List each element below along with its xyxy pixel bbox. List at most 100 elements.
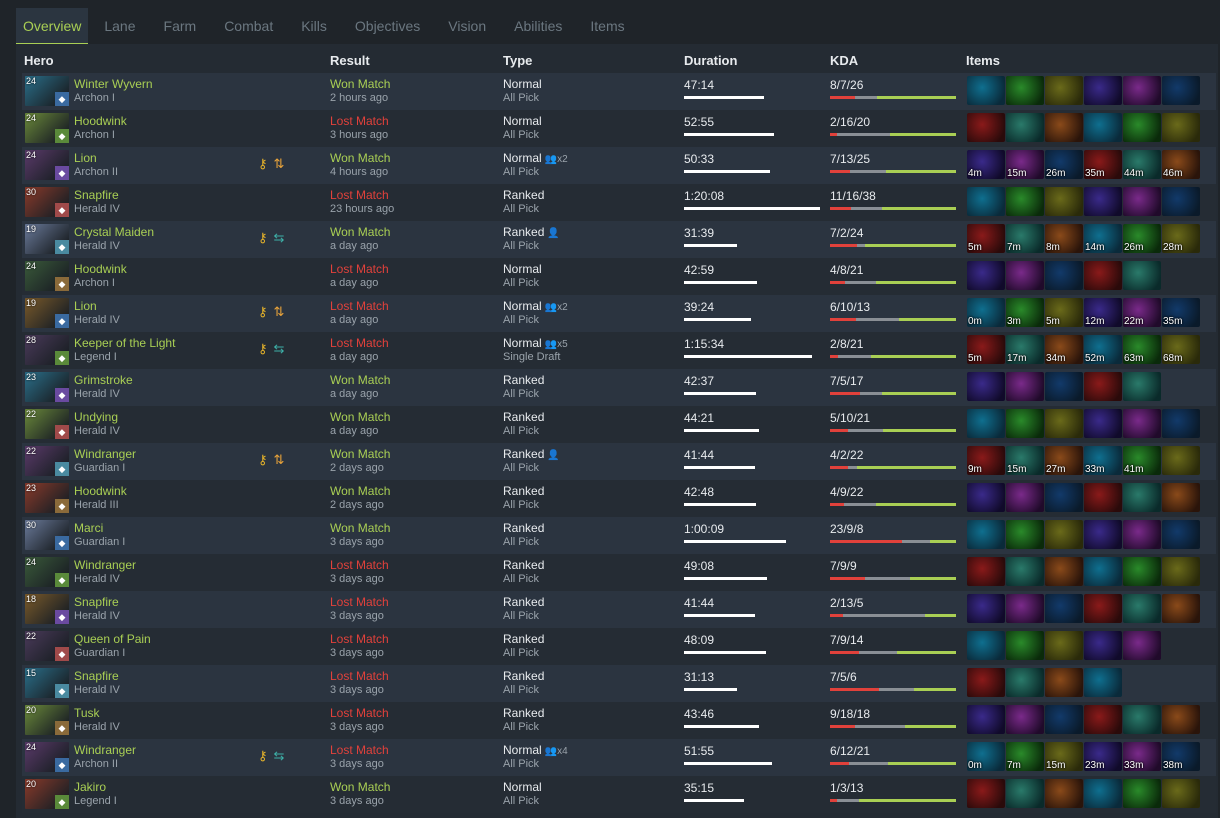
match-result[interactable]: Lost Match <box>330 669 389 683</box>
item-icon[interactable] <box>1123 261 1161 290</box>
hero-portrait[interactable]: 19 ◆ <box>25 298 69 328</box>
hero-portrait[interactable]: 22 ◆ <box>25 446 69 476</box>
item-icon[interactable] <box>1162 705 1200 734</box>
table-row[interactable]: 24 ◆ Hoodwink Archon I Lost Match a day ago… <box>22 258 1216 295</box>
item-icon[interactable] <box>967 113 1005 142</box>
hero-portrait[interactable]: 24 ◆ <box>25 113 69 143</box>
hero-name[interactable]: Marci <box>74 521 103 535</box>
item-icon[interactable]: 26m <box>1123 224 1161 253</box>
table-row[interactable]: 28 ◆ Keeper of the Light Legend I ⚷ ⇆ Lost M… <box>22 332 1216 369</box>
item-icon[interactable] <box>1123 705 1161 734</box>
item-icon[interactable] <box>1045 779 1083 808</box>
item-icon[interactable] <box>1045 594 1083 623</box>
item-icon[interactable] <box>1084 705 1122 734</box>
item-icon[interactable]: 8m <box>1045 224 1083 253</box>
tab-overview[interactable]: Overview <box>16 8 89 44</box>
item-icon[interactable]: 15m <box>1006 446 1044 475</box>
item-icon[interactable] <box>1123 76 1161 105</box>
item-icon[interactable] <box>1162 409 1200 438</box>
hero-name[interactable]: Winter Wyvern <box>74 77 153 91</box>
item-icon[interactable] <box>1045 705 1083 734</box>
match-result[interactable]: Won Match <box>330 77 390 91</box>
item-icon[interactable] <box>1162 483 1200 512</box>
match-result[interactable]: Won Match <box>330 484 390 498</box>
item-icon[interactable]: 4m <box>967 150 1005 179</box>
item-icon[interactable]: 35m <box>1084 150 1122 179</box>
hero-portrait[interactable]: 24 ◆ <box>25 76 69 106</box>
match-result[interactable]: Lost Match <box>330 114 389 128</box>
hero-name[interactable]: Tusk <box>74 706 100 720</box>
match-result[interactable]: Won Match <box>330 447 390 461</box>
match-result[interactable]: Won Match <box>330 521 390 535</box>
hero-name[interactable]: Hoodwink <box>74 114 127 128</box>
item-icon[interactable]: 0m <box>967 298 1005 327</box>
item-icon[interactable] <box>1006 187 1044 216</box>
item-icon[interactable] <box>1006 631 1044 660</box>
item-icon[interactable]: 44m <box>1123 150 1161 179</box>
item-icon[interactable] <box>1045 520 1083 549</box>
match-result[interactable]: Won Match <box>330 410 390 424</box>
item-icon[interactable] <box>967 76 1005 105</box>
table-row[interactable]: 24 ◆ Winter Wyvern Archon I Won Match 2 hou… <box>22 73 1216 110</box>
table-row[interactable]: 24 ◆ Windranger Archon II ⚷ ⇆ Lost Match 3 da… <box>22 739 1216 776</box>
hero-portrait[interactable]: 15 ◆ <box>25 668 69 698</box>
match-result[interactable]: Lost Match <box>330 299 389 313</box>
hero-name[interactable]: Hoodwink <box>74 484 127 498</box>
table-row[interactable]: 30 ◆ Snapfire Herald IV Lost Match 23 hours… <box>22 184 1216 221</box>
item-icon[interactable]: 33m <box>1084 446 1122 475</box>
item-icon[interactable]: 7m <box>1006 742 1044 771</box>
item-icon[interactable] <box>1045 483 1083 512</box>
item-icon[interactable] <box>967 261 1005 290</box>
item-icon[interactable]: 63m <box>1123 335 1161 364</box>
hero-name[interactable]: Snapfire <box>74 595 119 609</box>
col-type[interactable]: Type <box>503 53 532 68</box>
item-icon[interactable] <box>1006 779 1044 808</box>
item-icon[interactable] <box>1006 557 1044 586</box>
item-icon[interactable] <box>967 409 1005 438</box>
table-row[interactable]: 19 ◆ Lion Herald IV ⚷ ⇅ Lost Match a day ago N… <box>22 295 1216 332</box>
table-row[interactable]: 24 ◆ Lion Archon II ⚷ ⇅ Won Match 4 hours ago… <box>22 147 1216 184</box>
item-icon[interactable] <box>1084 261 1122 290</box>
item-icon[interactable] <box>1045 631 1083 660</box>
hero-name[interactable]: Lion <box>74 151 97 165</box>
hero-name[interactable]: Jakiro <box>74 780 106 794</box>
item-icon[interactable]: 23m <box>1084 742 1122 771</box>
item-icon[interactable] <box>1084 187 1122 216</box>
item-icon[interactable]: 46m <box>1162 150 1200 179</box>
item-icon[interactable] <box>1123 409 1161 438</box>
item-icon[interactable] <box>1084 483 1122 512</box>
hero-name[interactable]: Keeper of the Light <box>74 336 175 350</box>
hero-name[interactable]: Hoodwink <box>74 262 127 276</box>
table-row[interactable]: 18 ◆ Snapfire Herald IV Lost Match 3 days a… <box>22 591 1216 628</box>
match-result[interactable]: Lost Match <box>330 336 389 350</box>
item-icon[interactable]: 15m <box>1006 150 1044 179</box>
table-row[interactable]: 30 ◆ Marci Guardian I Won Match 3 days ago R… <box>22 517 1216 554</box>
match-result[interactable]: Won Match <box>330 151 390 165</box>
item-icon[interactable] <box>1045 76 1083 105</box>
match-result[interactable]: Lost Match <box>330 743 389 757</box>
item-icon[interactable] <box>1045 372 1083 401</box>
item-icon[interactable] <box>1084 557 1122 586</box>
item-icon[interactable]: 17m <box>1006 335 1044 364</box>
item-icon[interactable] <box>1162 779 1200 808</box>
hero-name[interactable]: Lion <box>74 299 97 313</box>
item-icon[interactable]: 26m <box>1045 150 1083 179</box>
item-icon[interactable] <box>1162 113 1200 142</box>
hero-portrait[interactable]: 18 ◆ <box>25 594 69 624</box>
hero-portrait[interactable]: 24 ◆ <box>25 557 69 587</box>
table-row[interactable]: 20 ◆ Jakiro Legend I Won Match 3 days ago No… <box>22 776 1216 813</box>
item-icon[interactable] <box>1084 668 1122 697</box>
item-icon[interactable]: 9m <box>967 446 1005 475</box>
match-result[interactable]: Lost Match <box>330 558 389 572</box>
item-icon[interactable] <box>1162 520 1200 549</box>
hero-name[interactable]: Undying <box>74 410 118 424</box>
item-icon[interactable]: 33m <box>1123 742 1161 771</box>
item-icon[interactable] <box>967 483 1005 512</box>
item-icon[interactable] <box>1006 594 1044 623</box>
hero-portrait[interactable]: 23 ◆ <box>25 483 69 513</box>
item-icon[interactable] <box>1084 113 1122 142</box>
item-icon[interactable] <box>1045 557 1083 586</box>
tab-lane[interactable]: Lane <box>98 8 141 44</box>
col-duration[interactable]: Duration <box>684 53 737 68</box>
hero-portrait[interactable]: 22 ◆ <box>25 631 69 661</box>
